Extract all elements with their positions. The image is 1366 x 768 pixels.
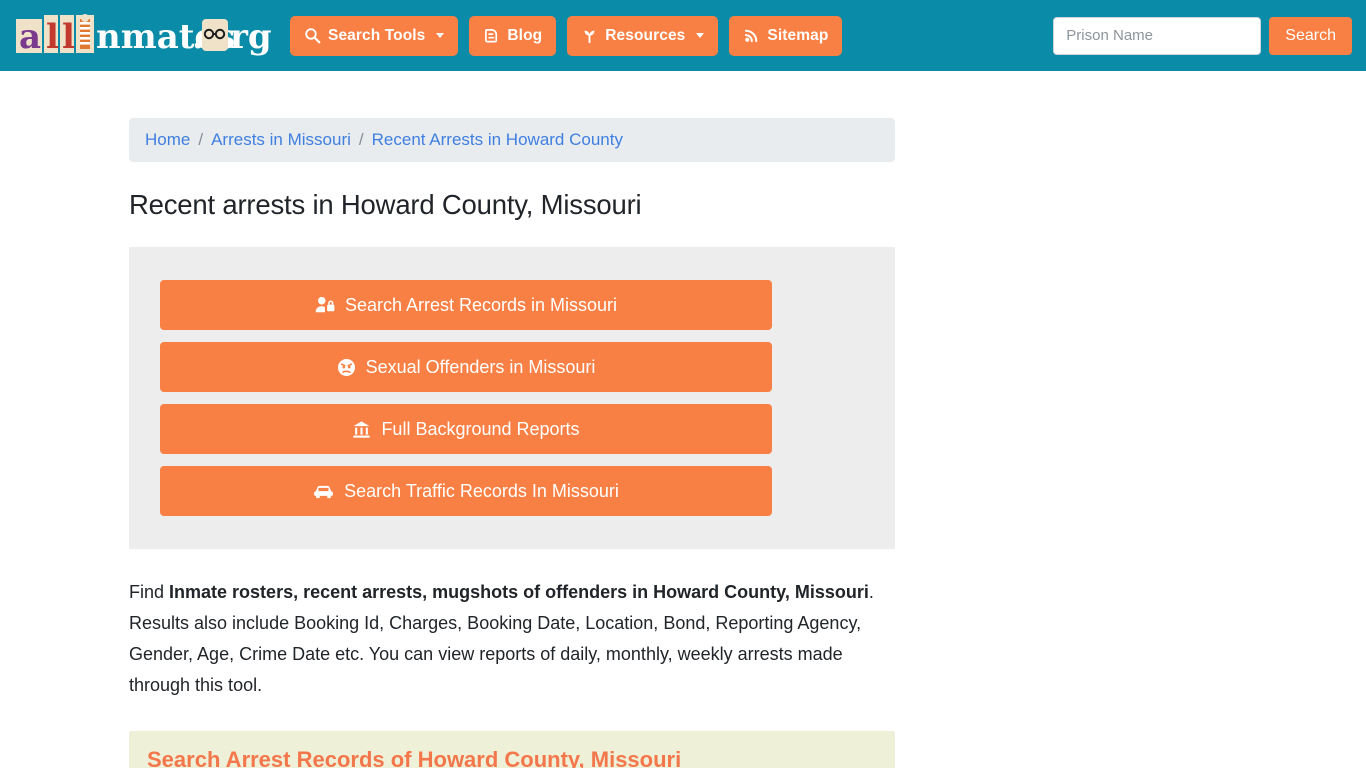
cta-label: Search Arrest Records in Missouri	[344, 295, 618, 315]
cta-label: Search Traffic Records In Missouri	[344, 481, 619, 501]
nav-search-tools[interactable]: Search Tools	[290, 15, 459, 56]
angry-face-icon	[337, 358, 356, 377]
cta-sexual-offenders[interactable]: Sexual Offenders in Missouri	[160, 342, 772, 392]
search-icon	[304, 27, 321, 44]
svg-text:l: l	[46, 17, 59, 57]
chevron-down-icon	[436, 33, 445, 38]
content-container: Home / Arrests in Missouri / Recent Arre…	[129, 118, 895, 768]
nav-sitemap-label: Sitemap	[767, 26, 829, 44]
seedling-icon	[581, 27, 598, 44]
nav-resources[interactable]: Resources	[567, 15, 719, 56]
nav-blog-label: Blog	[507, 26, 543, 44]
nav-search-tools-label: Search Tools	[328, 26, 426, 44]
page-body: Home / Arrests in Missouri / Recent Arre…	[0, 71, 1366, 768]
site-header: a l l nmates . rg Search Tools Blog Reso…	[0, 0, 1366, 71]
breadcrumb-separator: /	[198, 130, 204, 149]
primary-nav: Search Tools Blog Resources Sitemap	[290, 15, 843, 56]
section-heading: Search Arrest Records of Howard County, …	[147, 747, 682, 768]
search-input[interactable]	[1053, 16, 1262, 55]
cta-label: Sexual Offenders in Missouri	[365, 357, 596, 377]
landmark-icon	[352, 420, 371, 439]
cta-label: Full Background Reports	[381, 419, 580, 439]
chevron-down-icon	[696, 33, 705, 38]
user-lock-icon	[315, 296, 335, 314]
svg-text:a: a	[19, 17, 41, 57]
breadcrumb: Home / Arrests in Missouri / Recent Arre…	[129, 118, 895, 162]
breadcrumb-item-arrests-in-missouri[interactable]: Arrests in Missouri	[211, 130, 351, 150]
page-title: Recent arrests in Howard County, Missour…	[129, 189, 642, 220]
cta-search-traffic-records[interactable]: Search Traffic Records In Missouri	[160, 466, 772, 516]
intro-bold: Inmate rosters, recent arrests, mugshots…	[169, 582, 869, 602]
logo-icon: a l l nmates . rg	[16, 13, 272, 57]
intro-paragraph: Find Inmate rosters, recent arrests, mug…	[129, 577, 895, 701]
blogger-icon	[483, 27, 500, 44]
breadcrumb-item-home[interactable]: Home	[145, 130, 190, 150]
nav-sitemap[interactable]: Sitemap	[729, 15, 843, 56]
cta-search-arrest-records[interactable]: Search Arrest Records in Missouri	[160, 280, 772, 330]
nav-blog[interactable]: Blog	[469, 15, 557, 56]
header-search-form: Search	[1053, 16, 1352, 55]
rss-icon	[743, 27, 760, 44]
search-submit-button[interactable]: Search	[1269, 16, 1352, 55]
svg-text:l: l	[62, 17, 75, 57]
section-banner: Search Arrest Records of Howard County, …	[129, 731, 895, 768]
car-icon	[313, 483, 334, 500]
nav-resources-label: Resources	[605, 26, 686, 44]
cta-panel: Search Arrest Records in Missouri Sexual…	[129, 247, 895, 549]
breadcrumb-item-recent-arrests[interactable]: Recent Arrests in Howard County	[372, 130, 623, 150]
svg-text:rg: rg	[230, 17, 272, 57]
breadcrumb-separator: /	[358, 130, 364, 149]
cta-full-background-reports[interactable]: Full Background Reports	[160, 404, 772, 454]
intro-lead: Find	[129, 582, 170, 602]
site-logo[interactable]: a l l nmates . rg	[14, 12, 272, 60]
